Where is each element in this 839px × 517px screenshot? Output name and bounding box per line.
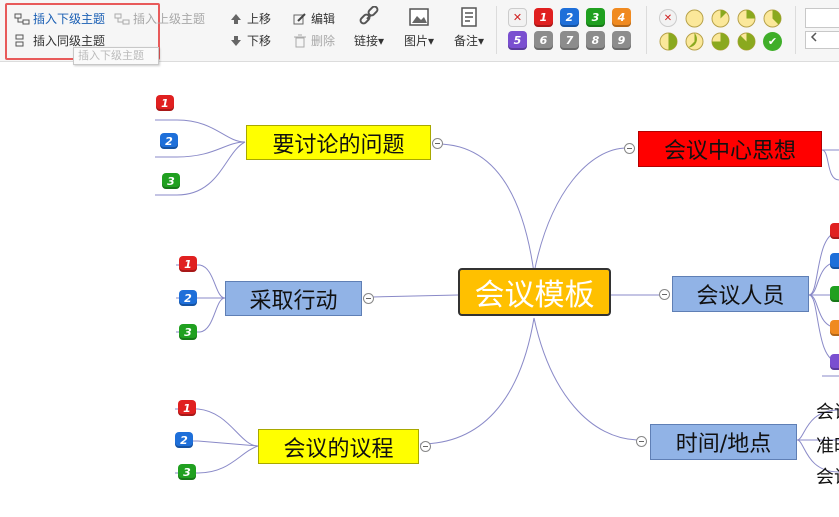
image-button[interactable]: 图片▾ [397, 6, 441, 52]
progress-5-icon[interactable] [685, 32, 704, 51]
priority-badge[interactable]: 1 [156, 95, 174, 111]
priority-9-icon[interactable]: 9 [612, 31, 631, 50]
priority-badge[interactable]: 2 [160, 133, 178, 149]
insert-child-label: 插入下级主题 [33, 12, 106, 26]
divider [496, 6, 497, 54]
topic-agenda[interactable]: 会议的议程 [258, 429, 419, 464]
progress-remove-icon[interactable]: ✕ [659, 9, 677, 27]
priority-remove-icon[interactable]: ✕ [508, 8, 527, 27]
collapse-toggle[interactable] [363, 293, 374, 304]
collapse-toggle[interactable] [420, 441, 431, 452]
insert-child-icon [14, 12, 30, 26]
scroll-left-button[interactable] [805, 31, 839, 49]
edit-button[interactable]: 编辑 [292, 10, 335, 27]
app-window: 插入下级主题 插入上级主题 插入同级主题 插入下级主题 上移 下移 编辑 删除 … [0, 0, 839, 517]
leaf-text[interactable]: 会议 [816, 463, 839, 489]
insert-parent-label: 插入上级主题 [133, 12, 206, 26]
toolbar: 插入下级主题 插入上级主题 插入同级主题 插入下级主题 上移 下移 编辑 删除 … [0, 0, 839, 65]
arrow-down-icon [228, 34, 244, 48]
priority-badge[interactable] [830, 320, 839, 336]
topic-time-place[interactable]: 时间/地点 [650, 424, 797, 460]
topic-people[interactable]: 会议人员 [672, 276, 809, 312]
link-button[interactable]: 链接▾ [347, 6, 391, 52]
move-up-button[interactable]: 上移 [228, 10, 271, 27]
progress-7-icon[interactable] [737, 32, 756, 51]
mindmap-canvas[interactable]: 会议模板 要讨论的问题 采取行动 会议的议程 会议中心思想 会议人员 时间/地点… [0, 62, 839, 517]
progress-6-icon[interactable] [711, 32, 730, 51]
image-icon [409, 8, 429, 26]
priority-badge[interactable]: 2 [175, 432, 193, 448]
collapse-toggle[interactable] [432, 138, 443, 149]
insert-parent-button[interactable]: 插入上级主题 [114, 10, 205, 27]
note-dropdown-icon: ▾ [477, 34, 485, 48]
insert-child-button[interactable]: 插入下级主题 [14, 10, 105, 27]
divider [646, 6, 647, 54]
priority-badge[interactable]: 3 [162, 173, 180, 189]
root-topic[interactable]: 会议模板 [458, 268, 611, 316]
priority-5-icon[interactable]: 5 [508, 31, 527, 50]
arrow-up-icon [228, 12, 244, 26]
link-icon [359, 6, 379, 25]
progress-0-icon[interactable] [685, 9, 704, 28]
divider [795, 6, 796, 54]
priority-3-icon[interactable]: 3 [586, 8, 605, 27]
edit-label: 编辑 [311, 12, 336, 26]
priority-badge[interactable] [830, 223, 839, 239]
priority-badge[interactable]: 1 [179, 256, 197, 272]
leaf-text[interactable]: 准时 [816, 432, 839, 458]
chevron-left-icon [810, 32, 817, 42]
priority-badge[interactable]: 2 [179, 290, 197, 306]
insert-parent-icon [114, 12, 130, 26]
priority-badge[interactable] [830, 354, 839, 370]
link-dropdown-icon: ▾ [377, 34, 385, 48]
priority-4-icon[interactable]: 4 [612, 8, 631, 27]
priority-badge[interactable]: 1 [178, 400, 196, 416]
image-label: 图片 [403, 34, 428, 48]
priority-2-icon[interactable]: 2 [560, 8, 579, 27]
progress-4-icon[interactable] [659, 32, 678, 51]
priority-badge[interactable]: 3 [179, 324, 197, 340]
priority-8-icon[interactable]: 8 [586, 31, 605, 50]
topic-discussion[interactable]: 要讨论的问题 [246, 125, 431, 160]
topic-actions[interactable]: 采取行动 [225, 281, 362, 316]
insert-sibling-icon [14, 34, 30, 48]
move-up-label: 上移 [247, 12, 272, 26]
progress-2-icon[interactable] [737, 9, 756, 28]
note-icon [461, 7, 477, 27]
priority-badge[interactable] [830, 286, 839, 302]
collapse-toggle[interactable] [659, 289, 670, 300]
priority-badge[interactable] [830, 253, 839, 269]
collapse-toggle[interactable] [636, 436, 647, 447]
trash-icon [292, 34, 308, 48]
zoom-input[interactable] [805, 8, 839, 28]
topic-central-idea[interactable]: 会议中心思想 [638, 131, 822, 167]
priority-1-icon[interactable]: 1 [534, 8, 553, 27]
collapse-toggle[interactable] [624, 143, 635, 154]
priority-7-icon[interactable]: 7 [560, 31, 579, 50]
move-down-button[interactable]: 下移 [228, 32, 271, 49]
delete-button[interactable]: 删除 [292, 32, 335, 49]
image-dropdown-icon: ▾ [427, 34, 435, 48]
priority-badge[interactable]: 3 [178, 464, 196, 480]
progress-1-icon[interactable] [711, 9, 730, 28]
delete-label: 删除 [311, 34, 336, 48]
move-down-label: 下移 [247, 34, 272, 48]
leaf-text[interactable]: 会议 [816, 398, 839, 424]
note-label: 备注 [453, 34, 478, 48]
link-label: 链接 [353, 34, 378, 48]
pencil-icon [292, 12, 308, 26]
progress-3-icon[interactable] [763, 9, 782, 28]
progress-done-icon[interactable]: ✔ [763, 32, 782, 51]
note-button[interactable]: 备注▾ [447, 6, 491, 52]
priority-6-icon[interactable]: 6 [534, 31, 553, 50]
